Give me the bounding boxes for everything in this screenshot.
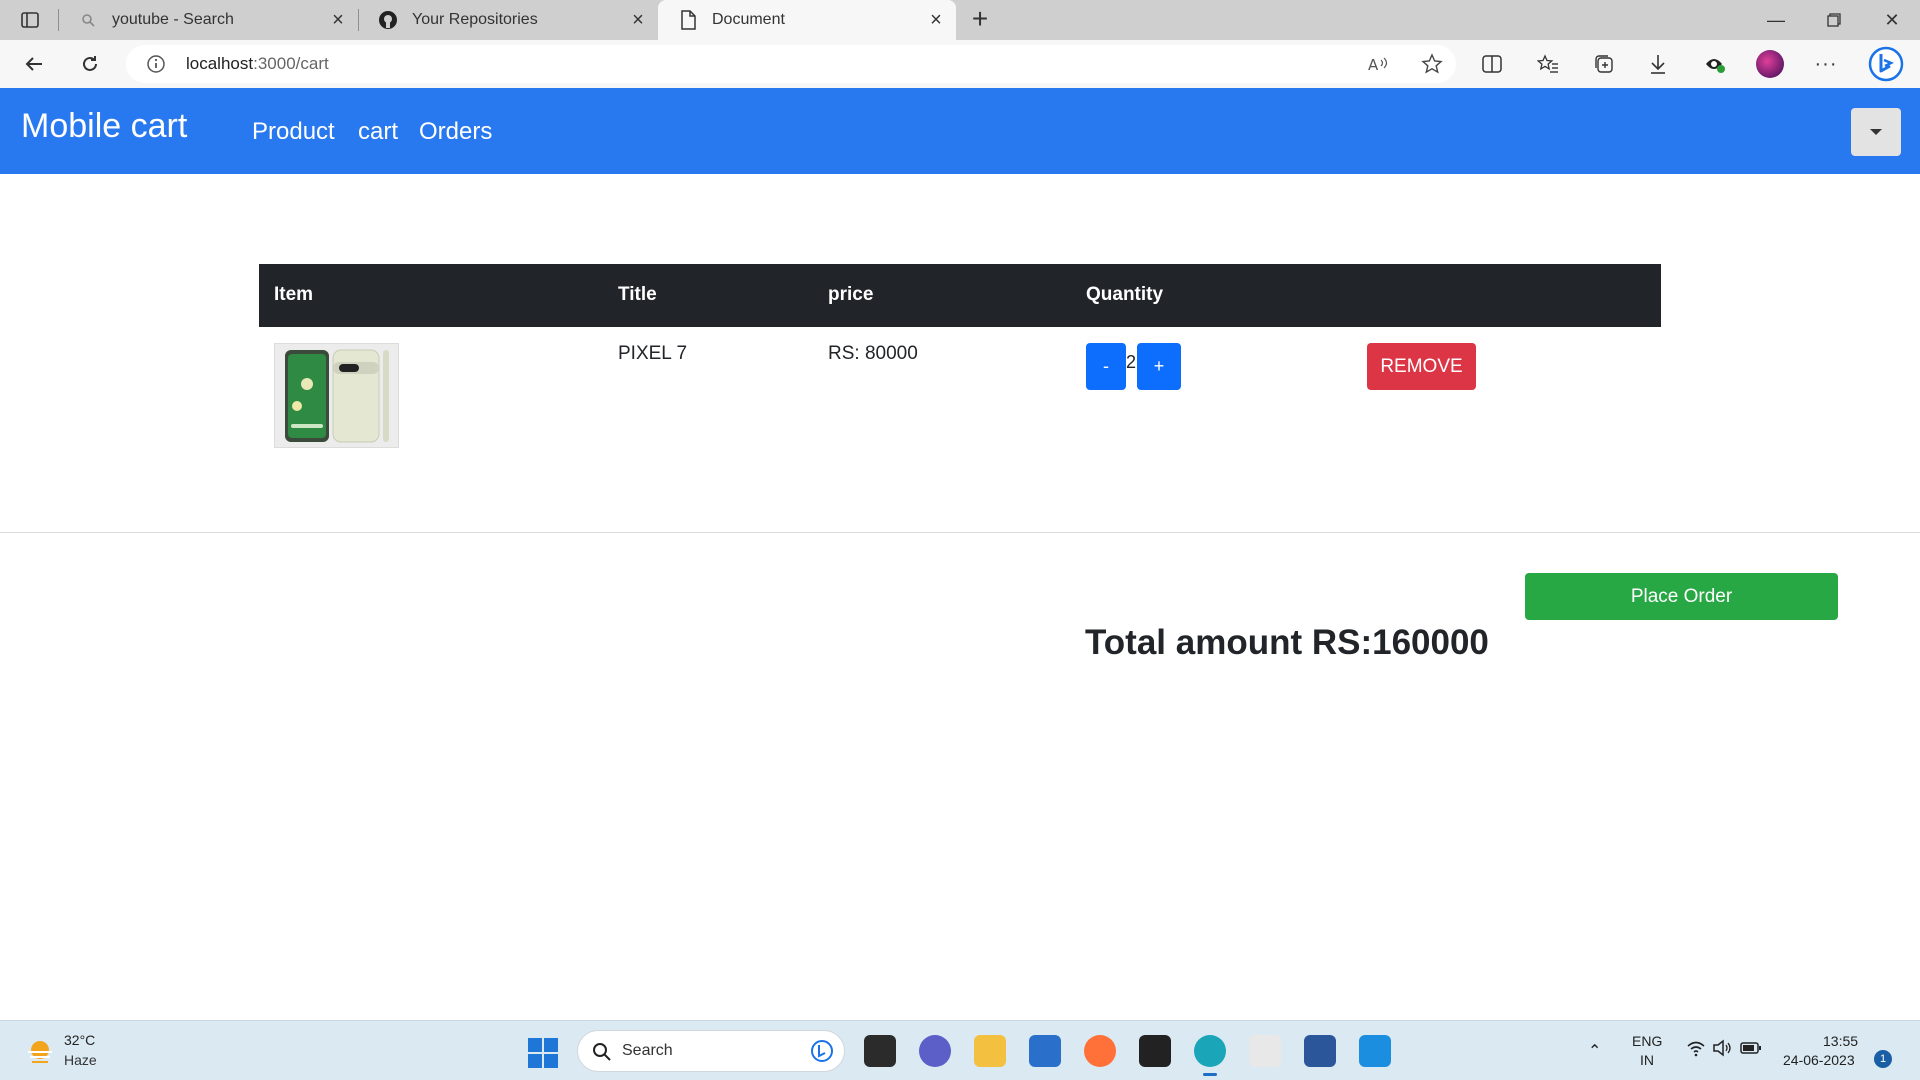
clock-date[interactable]: 24-06-2023 (1783, 1052, 1855, 1068)
edge-icon[interactable] (1194, 1035, 1226, 1076)
weather-condition: Haze (64, 1052, 97, 1068)
github-icon (378, 10, 398, 30)
nav-link-cart[interactable]: cart (358, 118, 398, 146)
quantity-value: 2 (1126, 352, 1137, 372)
address-bar[interactable]: localhost:3000/cart A (126, 45, 1456, 83)
column-header-quantity: Quantity (1086, 284, 1164, 305)
url-host: localhost (186, 54, 254, 73)
teams-chat-icon[interactable] (919, 1035, 951, 1067)
document-icon (678, 10, 698, 30)
svg-text:A: A (1368, 56, 1379, 74)
collections-icon[interactable] (1588, 48, 1620, 80)
volume-icon[interactable] (1712, 1039, 1732, 1060)
tab-actions-icon[interactable] (14, 8, 46, 32)
microsoft-store-icon[interactable] (1029, 1035, 1061, 1067)
close-window-icon[interactable]: ✕ (1864, 0, 1920, 40)
minimize-icon[interactable]: — (1748, 0, 1804, 40)
back-icon[interactable] (18, 48, 50, 80)
language-region[interactable]: IN (1640, 1052, 1654, 1068)
wifi-icon[interactable] (1686, 1039, 1706, 1060)
close-icon[interactable]: × (926, 10, 946, 30)
task-view-icon[interactable] (864, 1035, 896, 1067)
dropbox-icon[interactable] (1139, 1035, 1171, 1067)
firefox-icon[interactable] (1084, 1035, 1116, 1067)
url-path: :3000/cart (253, 54, 329, 73)
search-icon (78, 10, 98, 30)
tab-title: Your Repositories (412, 11, 538, 28)
brand-title[interactable]: Mobile cart (21, 107, 187, 146)
caret-down-icon (1870, 129, 1882, 135)
column-header-title: Title (618, 284, 657, 305)
extension-icon[interactable] (1698, 48, 1730, 80)
app-navbar: Mobile cart Product cart Orders (0, 88, 1920, 174)
total-amount: Total amount RS:160000 (1085, 623, 1489, 662)
site-info-icon[interactable] (146, 54, 166, 74)
profile-avatar[interactable] (1754, 48, 1786, 80)
nav-link-orders[interactable]: Orders (419, 118, 492, 146)
tab-title: youtube - Search (112, 11, 234, 28)
reload-icon[interactable] (74, 48, 106, 80)
tab-your-repositories[interactable]: Your Repositories × (358, 0, 658, 40)
remove-button[interactable]: REMOVE (1367, 343, 1476, 390)
tab-youtube-search[interactable]: youtube - Search × (58, 0, 358, 40)
weather-temperature: 32°C (64, 1032, 96, 1048)
chevron-up-icon[interactable]: ⌃ (1588, 1041, 1601, 1061)
clock-time[interactable]: 13:55 (1823, 1033, 1858, 1049)
word-icon[interactable] (1304, 1035, 1336, 1067)
tab-document[interactable]: Document × (658, 0, 956, 40)
taskbar-search-label: Search (622, 1042, 673, 1059)
split-screen-icon[interactable] (1476, 48, 1508, 80)
vscode-icon[interactable] (1359, 1035, 1391, 1067)
windows-start-icon[interactable] (528, 1038, 558, 1068)
taskbar-search[interactable]: Search (577, 1030, 845, 1072)
favorite-star-icon[interactable] (1416, 48, 1448, 80)
language-code[interactable]: ENG (1632, 1033, 1662, 1049)
decrement-button[interactable]: - (1086, 343, 1126, 390)
section-divider (0, 532, 1920, 533)
windows-taskbar: 32°C Haze Search ⌃ ENG IN 13:55 24-06-20… (0, 1020, 1920, 1080)
search-icon (592, 1042, 612, 1067)
item-title: PIXEL 7 (618, 343, 688, 364)
column-header-item: Item (274, 284, 314, 305)
dropdown-toggle-button[interactable] (1851, 108, 1901, 156)
favorites-icon[interactable] (1532, 48, 1564, 80)
battery-icon[interactable] (1740, 1039, 1762, 1060)
browser-tab-strip: youtube - Search × Your Repositories × D… (0, 0, 1920, 40)
file-explorer-icon[interactable] (974, 1035, 1006, 1067)
bing-icon[interactable] (810, 1039, 834, 1063)
close-icon[interactable]: × (328, 10, 348, 30)
more-options-icon[interactable]: ··· (1810, 48, 1842, 80)
increment-button[interactable]: + (1137, 343, 1181, 390)
item-price: RS: 80000 (828, 343, 918, 364)
place-order-button[interactable]: Place Order (1525, 573, 1838, 620)
url-text: localhost:3000/cart (186, 54, 329, 74)
table-header: Item Title price Quantity (259, 264, 1661, 327)
tab-title: Document (712, 11, 785, 28)
new-tab-icon[interactable]: + (964, 4, 996, 36)
column-header-price: price (828, 284, 874, 305)
weather-haze-icon[interactable] (26, 1038, 54, 1066)
close-icon[interactable]: × (628, 10, 648, 30)
product-image (274, 343, 399, 448)
bing-copilot-icon[interactable] (1866, 44, 1906, 84)
amazon-icon[interactable] (1249, 1035, 1281, 1067)
read-aloud-icon[interactable]: A (1362, 48, 1394, 80)
restore-icon[interactable] (1806, 0, 1862, 40)
nav-link-product[interactable]: Product (252, 118, 335, 146)
downloads-icon[interactable] (1642, 48, 1674, 80)
browser-toolbar: localhost:3000/cart A ··· (0, 40, 1920, 88)
notification-badge[interactable]: 1 (1874, 1050, 1892, 1068)
